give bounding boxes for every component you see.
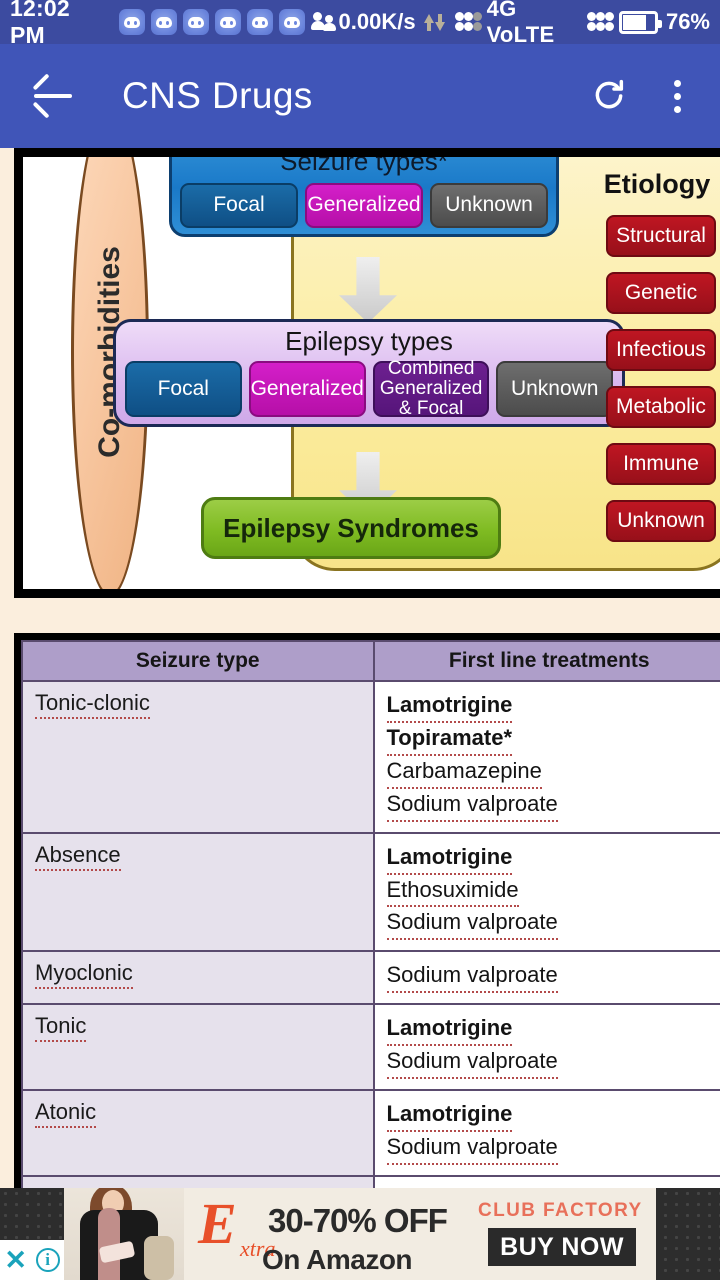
etiology-item-metabolic: Metabolic <box>606 386 716 428</box>
phone-screen: 12:02 PM 0.00K/s 4G VoLTE 76% CNS Drugs … <box>0 0 720 1280</box>
seizure-treatment-table: Seizure type First line treatments Tonic… <box>21 640 720 1280</box>
app-bar: CNS Drugs <box>0 44 720 148</box>
epilepsy-syndromes-box: Epilepsy Syndromes <box>201 497 501 559</box>
battery-icon <box>619 10 662 34</box>
treatment-table-card[interactable]: Seizure type First line treatments Tonic… <box>14 633 720 1280</box>
ad-brand-initial: E <box>198 1191 237 1256</box>
epilepsy-type-unknown: Unknown <box>496 361 614 417</box>
page-title: CNS Drugs <box>122 75 313 116</box>
treatment-item: Lamotrigine <box>386 842 715 875</box>
epilepsy-type-generalized: Generalized <box>248 361 366 417</box>
signal-dots-icon <box>585 11 614 33</box>
seizure-type-focal: Focal <box>180 183 298 228</box>
status-bar: 12:02 PM 0.00K/s 4G VoLTE 76% <box>0 0 720 48</box>
etiology-item-genetic: Genetic <box>606 272 716 314</box>
treatment-item: Lamotrigine <box>386 1099 715 1132</box>
treatment-item: Sodium valproate <box>386 1046 715 1080</box>
treatment-item: Sodium valproate <box>386 960 715 994</box>
refresh-icon <box>595 79 624 109</box>
treatment-item: Lamotrigine <box>386 690 715 723</box>
epilepsy-types-box: Epilepsy types Focal Generalized Combine… <box>113 319 625 427</box>
notification-icons <box>118 9 339 35</box>
cell-seizure-type: Absence <box>21 831 375 953</box>
treatment-item: Sodium valproate <box>386 789 715 822</box>
ad-subline-label: On Amazon Price <box>262 1244 413 1280</box>
close-icon[interactable]: ✕ <box>4 1246 27 1274</box>
epilepsy-types-title: Epilepsy types <box>285 326 453 356</box>
ad-cta-block: CLUB FACTORY BUY NOW <box>470 1188 656 1280</box>
etiology-item-structural: Structural <box>606 215 716 257</box>
epilepsy-type-combined: Combined Generalized & Focal <box>372 359 490 418</box>
seizure-types-title: Seizure types* <box>280 148 448 176</box>
treatment-item: Lamotrigine <box>386 1013 715 1047</box>
seizure-type-unknown: Unknown <box>430 183 548 228</box>
cell-seizure-type: Myoclonic <box>21 950 375 1006</box>
info-icon[interactable]: i <box>35 1248 60 1272</box>
ad-discount-label: 30-70% OFF <box>268 1202 448 1239</box>
ad-text-block: E xtra 30-70% OFF On Amazon Price <box>184 1188 470 1280</box>
signal-dots-icon <box>453 11 482 33</box>
cell-seizure-type: Tonic-clonic <box>21 680 375 834</box>
ad-banner[interactable]: E xtra 30-70% OFF On Amazon Price CLUB F… <box>0 1188 720 1280</box>
ad-creative[interactable]: E xtra 30-70% OFF On Amazon Price CLUB F… <box>64 1188 656 1280</box>
epilepsy-classification-diagram[interactable]: Co-morbidities Seizure types* Focal Gene… <box>14 148 720 598</box>
discord-icon <box>214 9 241 35</box>
column-header-seizure-type: Seizure type <box>21 640 375 682</box>
cell-seizure-type: Tonic <box>21 1003 375 1092</box>
discord-icon <box>246 9 273 35</box>
seizure-types-box: Seizure types* Focal Generalized Unknown <box>169 148 559 237</box>
ad-advertiser-label: CLUB FACTORY <box>478 1200 643 1221</box>
treatment-item: Topiramate* <box>386 723 715 756</box>
cell-seizure-type: Atonic <box>21 1089 375 1177</box>
etiology-item-immune: Immune <box>606 443 716 485</box>
back-button[interactable] <box>26 69 80 123</box>
etiology-item-unknown: Unknown <box>606 500 716 542</box>
ad-buy-now-button[interactable]: BUY NOW <box>488 1228 636 1266</box>
cell-treatments: Lamotrigine Sodium valproate <box>372 1003 720 1092</box>
table-row: Absence Lamotrigine Ethosuximide Sodium val… <box>21 831 720 953</box>
discord-icon <box>278 9 305 35</box>
cell-treatments: Lamotrigine Topiramate* Carbamazepine Sodiu… <box>372 680 720 834</box>
ad-model-image <box>64 1188 184 1280</box>
data-speed-label: 0.00K/s <box>338 9 416 34</box>
back-arrow-icon <box>34 94 72 98</box>
battery-percent-label: 76% <box>665 9 710 34</box>
overflow-menu-button[interactable] <box>660 73 694 119</box>
treatment-item: Sodium valproate <box>386 1132 715 1165</box>
discord-icon <box>118 9 145 35</box>
treatment-item: Sodium valproate <box>386 907 715 941</box>
cell-treatments: Lamotrigine Sodium valproate <box>372 1089 720 1177</box>
network-label: 4G VoLTE <box>486 0 555 47</box>
table-header-row: Seizure type First line treatments <box>21 640 720 682</box>
cell-treatments: Sodium valproate <box>372 950 720 1006</box>
cell-treatments: Lamotrigine Ethosuximide Sodium valproate <box>372 831 720 953</box>
column-header-first-line-treatments: First line treatments <box>372 640 720 682</box>
up-down-arrows-icon <box>423 13 445 31</box>
ad-controls: ✕ i <box>0 1240 64 1280</box>
more-vertical-icon <box>673 79 681 87</box>
discord-icon <box>150 9 177 35</box>
etiology-item-infectious: Infectious <box>606 329 716 371</box>
epilepsy-type-focal: Focal <box>125 361 242 417</box>
treatment-item: Ethosuximide <box>386 875 715 908</box>
treatment-item: Carbamazepine <box>386 756 715 789</box>
etiology-title: Etiology <box>603 169 711 199</box>
table-row: Tonic Lamotrigine Sodium valproate <box>21 1003 720 1092</box>
discord-icon <box>182 9 209 35</box>
table-row: Tonic-clonic Lamotrigine Topiramate* Carbam… <box>21 680 720 834</box>
table-row: Myoclonic Sodium valproate <box>21 950 720 1006</box>
app-bar-actions <box>586 73 694 119</box>
people-icon <box>310 11 339 33</box>
status-clock: 12:02 PM <box>10 0 70 48</box>
scroll-content[interactable]: Co-morbidities Seizure types* Focal Gene… <box>0 148 720 1280</box>
seizure-type-generalized: Generalized <box>305 183 423 228</box>
status-right-cluster: 0.00K/s 4G VoLTE 76% <box>339 0 711 48</box>
table-row: Atonic Lamotrigine Sodium valproate <box>21 1089 720 1177</box>
refresh-button[interactable] <box>586 73 632 119</box>
